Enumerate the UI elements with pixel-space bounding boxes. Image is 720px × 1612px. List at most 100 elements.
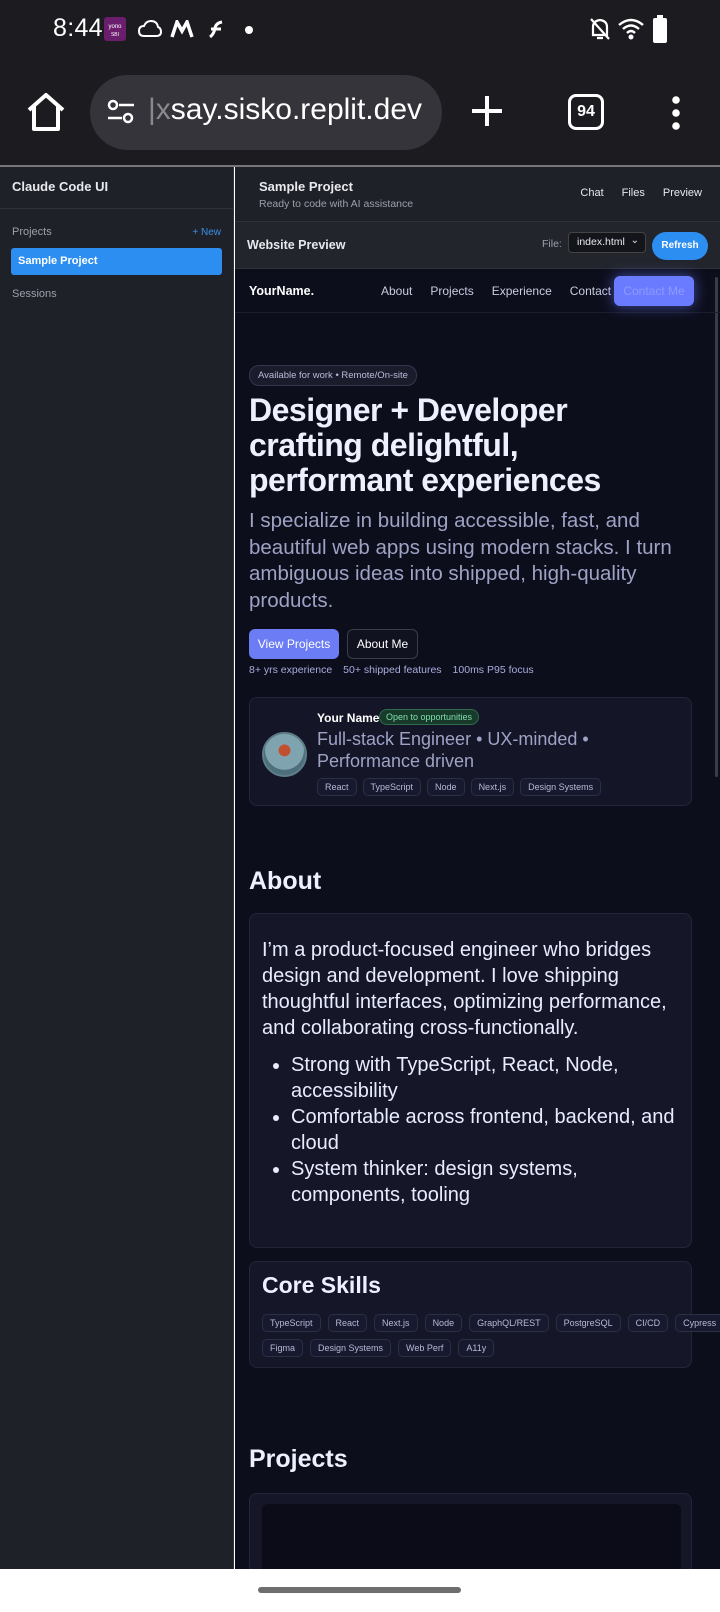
notification-dot-icon <box>245 26 253 34</box>
skill-tag: Cypress <box>675 1314 720 1332</box>
site-link-projects[interactable]: Projects <box>430 284 473 298</box>
tag: Next.js <box>470 778 515 796</box>
skill-tag: CI/CD <box>627 1314 669 1332</box>
sidebar: Claude Code UI Projects + New Sample Pro… <box>0 167 234 1569</box>
do-not-disturb-bell-icon <box>590 18 610 40</box>
svg-text:yono: yono <box>108 24 122 30</box>
projects-heading: Projects <box>249 1445 348 1473</box>
profile-tags: React TypeScript Node Next.js Design Sys… <box>317 778 607 796</box>
site-brand[interactable]: YourName. <box>249 284 314 298</box>
tag: Node <box>427 778 465 796</box>
project-title: Sample Project <box>259 179 353 194</box>
battery-icon <box>653 15 667 43</box>
skill-tag: Node <box>424 1314 463 1332</box>
more-menu-icon[interactable] <box>671 96 681 130</box>
m-app-icon <box>170 20 194 38</box>
skills-row: Figma Design Systems Web Perf A11y <box>262 1339 501 1357</box>
tab-chat[interactable]: Chat <box>580 187 603 199</box>
status-badge: Open to opportunities <box>379 709 480 725</box>
site-link-contact[interactable]: Contact <box>570 284 611 298</box>
profile-name: Your Name <box>317 711 380 725</box>
stat-item: 50+ shipped features <box>343 664 442 676</box>
browser-toolbar: |xsay.sisko.replit.dev 94 <box>0 60 720 166</box>
tag: Design Systems <box>520 778 602 796</box>
list-item: System thinker: design systems, componen… <box>291 1156 679 1208</box>
preview-scrollbar[interactable] <box>715 277 718 777</box>
projects-card <box>249 1493 692 1569</box>
skills-heading: Core Skills <box>262 1272 381 1298</box>
skill-tag: GraphQL/REST <box>469 1314 549 1332</box>
file-label: File: <box>542 238 562 250</box>
skill-tag: Figma <box>262 1339 304 1357</box>
about-card: I’m a product-focused engineer who bridg… <box>249 913 692 1248</box>
about-text: I’m a product-focused engineer who bridg… <box>262 939 667 1039</box>
tab-preview[interactable]: Preview <box>663 187 702 199</box>
new-tab-icon[interactable] <box>470 94 504 128</box>
stat-item: 100ms P95 focus <box>452 664 534 676</box>
skill-tag: PostgreSQL <box>555 1314 621 1332</box>
profile-card: Your Name Open to opportunities Full-sta… <box>249 697 692 806</box>
site-nav: YourName. About Projects Experience Cont… <box>235 269 720 313</box>
project-header: Sample Project Ready to code with AI ass… <box>235 167 720 222</box>
about-me-button[interactable]: About Me <box>347 629 418 659</box>
contact-me-button[interactable]: Contact Me <box>614 276 694 306</box>
tab-files[interactable]: Files <box>622 187 645 199</box>
site-link-experience[interactable]: Experience <box>492 284 552 298</box>
home-gesture-handle[interactable] <box>258 1587 461 1593</box>
skill-tag: A11y <box>458 1339 495 1357</box>
f-app-icon <box>209 20 223 38</box>
url-text: |xsay.sisko.replit.dev <box>148 93 423 126</box>
project-subtitle: Ready to code with AI assistance <box>259 198 414 210</box>
site-link-about[interactable]: About <box>381 284 412 298</box>
tab-switcher-button[interactable]: 94 <box>568 94 604 130</box>
stat-item: 8+ yrs experience <box>249 664 333 676</box>
app-title: Claude Code UI <box>0 167 233 209</box>
wifi-icon <box>618 18 644 40</box>
skill-tag: React <box>327 1314 368 1332</box>
file-select[interactable]: index.html ⌄ <box>568 232 646 253</box>
skills-row: TypeScript React Next.js Node GraphQL/RE… <box>262 1314 720 1332</box>
cloud-icon <box>138 20 162 37</box>
tag: TypeScript <box>362 778 422 796</box>
avatar <box>262 732 307 777</box>
about-heading: About <box>249 867 322 895</box>
skill-tag: Web Perf <box>398 1339 452 1357</box>
clock: 8:44 <box>53 14 103 42</box>
website-preview: YourName. About Projects Experience Cont… <box>235 269 720 1569</box>
svg-text:SBI: SBI <box>111 32 119 38</box>
yono-sbi-app-icon: yono SBI <box>104 17 126 41</box>
skill-tag: Next.js <box>374 1314 418 1332</box>
skill-tag: Design Systems <box>310 1339 392 1357</box>
preview-toolbar: Website Preview File: index.html ⌄ Refres… <box>235 222 720 269</box>
skills-card: Core Skills TypeScript React Next.js Nod… <box>249 1261 720 1368</box>
project-thumbnail <box>262 1504 681 1569</box>
about-list: Strong with TypeScript, React, Node, acc… <box>262 1052 679 1208</box>
home-icon[interactable] <box>24 90 68 134</box>
chevron-down-icon: ⌄ <box>630 235 639 246</box>
site-settings-icon[interactable] <box>106 97 136 127</box>
hero-lead: I specialize in building accessible, fas… <box>249 509 672 612</box>
sessions-label[interactable]: Sessions <box>0 288 233 300</box>
site-links: About Projects Experience Contact <box>381 284 629 298</box>
view-tabs: Chat Files Preview <box>580 187 720 199</box>
sidebar-item-sample-project[interactable]: Sample Project <box>11 248 222 275</box>
projects-label: Projects <box>12 226 52 238</box>
new-project-button[interactable]: + New <box>192 227 221 238</box>
refresh-button[interactable]: Refresh <box>652 232 708 260</box>
preview-title: Website Preview <box>247 238 346 252</box>
list-item: Strong with TypeScript, React, Node, acc… <box>291 1052 679 1104</box>
address-bar[interactable]: |xsay.sisko.replit.dev <box>90 75 442 150</box>
hero-headline: Designer + Developer crafting delightful… <box>249 392 601 498</box>
system-nav-bar <box>0 1569 720 1612</box>
projects-header: Projects + New <box>0 226 233 238</box>
list-item: Comfortable across frontend, backend, an… <box>291 1104 679 1156</box>
skill-tag: TypeScript <box>262 1314 321 1332</box>
availability-badge: Available for work • Remote/On-site <box>249 365 417 386</box>
status-bar: 8:44 yono SBI <box>0 0 720 60</box>
hero-stats: 8+ yrs experience 50+ shipped features 1… <box>249 664 545 676</box>
profile-role: Full-stack Engineer • UX-minded • Perfor… <box>317 729 589 771</box>
file-select-value: index.html <box>577 236 625 248</box>
main-panel: Sample Project Ready to code with AI ass… <box>235 167 720 1569</box>
view-projects-button[interactable]: View Projects <box>249 629 339 659</box>
tag: React <box>317 778 357 796</box>
